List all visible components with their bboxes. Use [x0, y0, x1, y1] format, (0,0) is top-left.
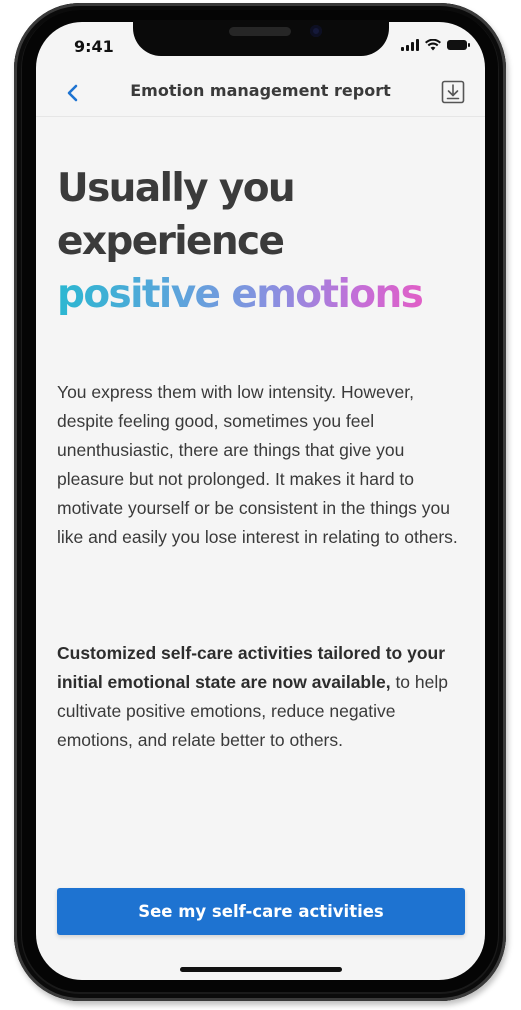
headline-line-1: Usually you	[57, 166, 296, 211]
app-screen: 9:41 Emotion management report Usually y…	[36, 22, 485, 980]
page-title: Emotion management report	[130, 81, 391, 100]
front-camera	[310, 25, 322, 37]
notch	[133, 20, 389, 56]
navigation-bar: Emotion management report	[36, 72, 485, 117]
headline: Usually you experience positive emotions	[57, 162, 477, 321]
see-self-care-activities-button[interactable]: See my self-care activities	[57, 888, 465, 935]
download-button[interactable]	[441, 80, 465, 104]
wifi-icon	[425, 39, 441, 51]
status-icons	[401, 39, 470, 51]
battery-icon	[447, 40, 470, 50]
status-time: 9:41	[74, 37, 114, 56]
self-care-emphasis: Customized self-care activities tailored…	[57, 643, 446, 692]
self-care-paragraph: Customized self-care activities tailored…	[57, 639, 465, 755]
summary-paragraph: You express them with low intensity. How…	[57, 382, 458, 547]
headline-gradient-text: positive emotions	[57, 272, 424, 317]
home-indicator[interactable]	[180, 967, 342, 972]
download-icon	[441, 80, 465, 104]
headline-line-2: experience	[57, 219, 285, 264]
speaker-grille	[229, 27, 291, 36]
signal-icon	[401, 39, 419, 51]
headline-highlight: positive emotions	[57, 268, 477, 321]
